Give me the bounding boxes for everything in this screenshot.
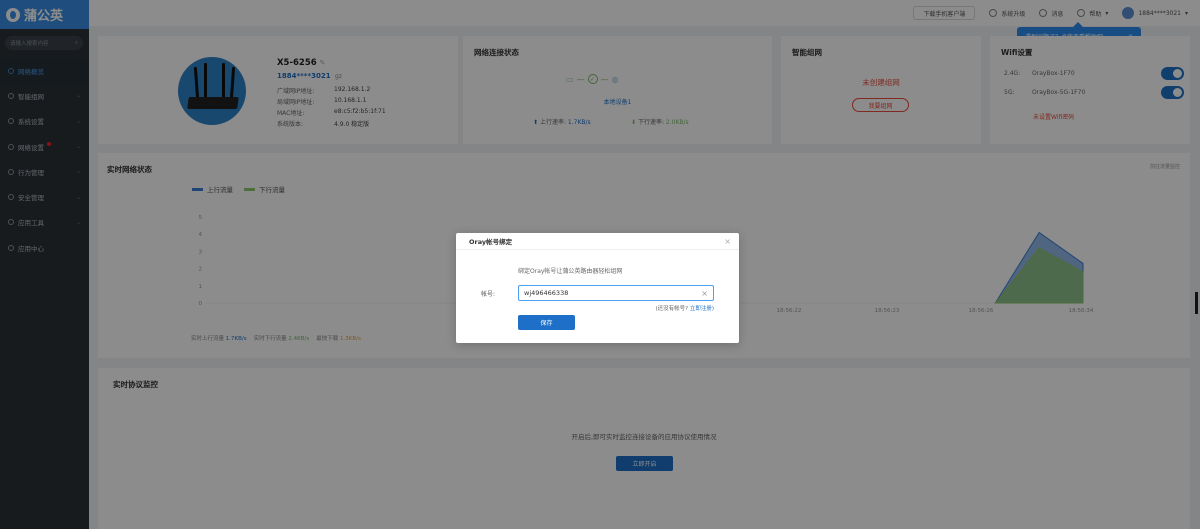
account-label: 帐号: — [481, 291, 496, 298]
register-prefix: (还没有帐号? — [655, 306, 690, 312]
bind-account-modal: Oray帐号绑定 × 绑定Oray帐号让蒲公英路由器轻松组网 帐号: wj4964… — [456, 233, 739, 343]
account-input[interactable]: wj496466338 × — [518, 285, 714, 301]
modal-close-button[interactable]: × — [724, 237, 731, 246]
register-link[interactable]: 立即注册) — [690, 306, 714, 312]
account-input-value: wj496466338 — [524, 289, 569, 297]
modal-title: Oray帐号绑定 — [469, 238, 513, 246]
clear-icon[interactable]: × — [701, 289, 708, 298]
register-hint: (还没有帐号? 立即注册) — [656, 304, 714, 312]
modal-header: Oray帐号绑定 × — [456, 233, 739, 250]
save-button[interactable]: 保存 — [518, 315, 575, 330]
modal-tip: 绑定Oray帐号让蒲公英路由器轻松组网 — [518, 268, 623, 275]
